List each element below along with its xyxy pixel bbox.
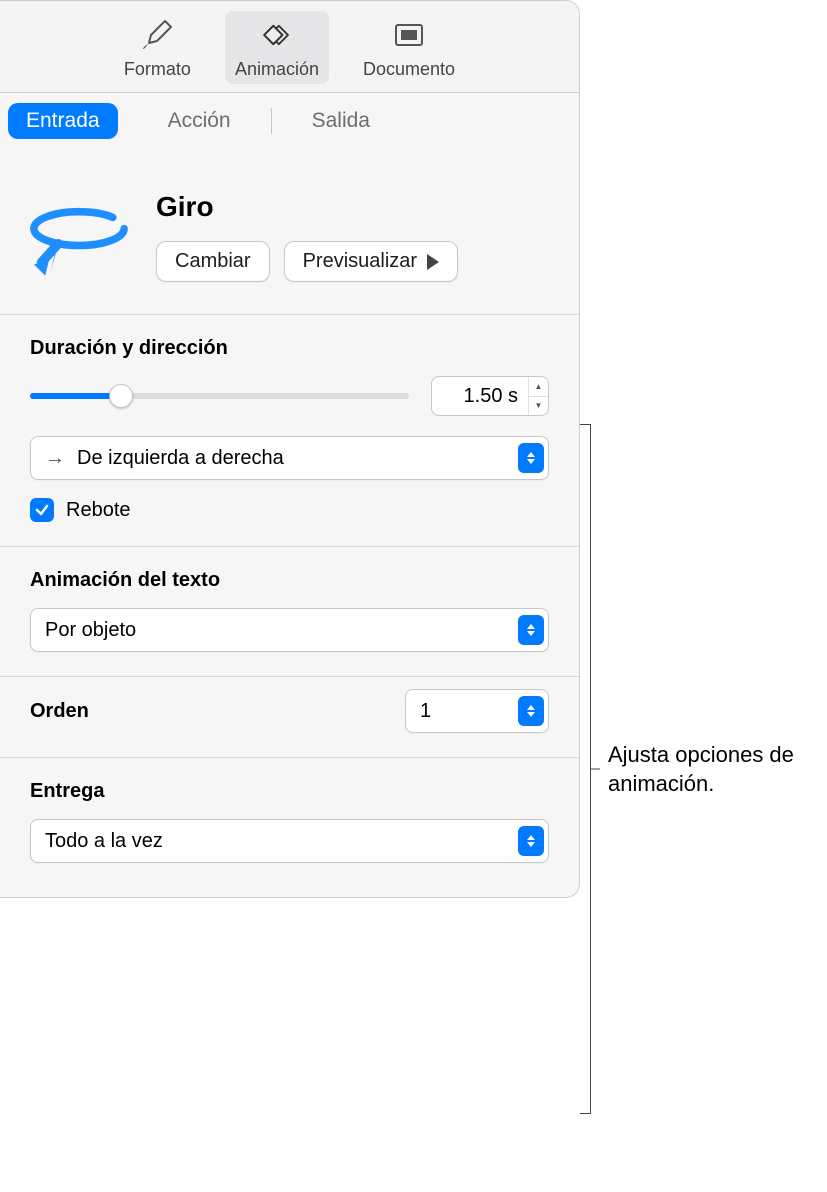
duration-field[interactable]: 1.50 s ▲ ▼ [431, 376, 549, 416]
play-icon [427, 254, 439, 270]
delivery-heading: Entrega [30, 780, 549, 803]
tab-format-label: Formato [124, 59, 191, 80]
delivery-section: Entrega Todo a la vez [0, 757, 579, 897]
stepper-down-icon[interactable]: ▼ [529, 397, 548, 416]
callout-text: Ajusta opciones de animación. [608, 741, 820, 798]
duration-slider[interactable] [30, 386, 409, 406]
duration-heading: Duración y dirección [30, 337, 549, 360]
order-heading: Orden [30, 700, 89, 723]
check-icon [34, 502, 50, 518]
text-anim-select[interactable]: Por objeto [30, 608, 549, 652]
stepper-up-icon[interactable]: ▲ [529, 377, 548, 397]
tab-format[interactable]: Formato [114, 11, 201, 84]
paintbrush-icon [135, 17, 179, 53]
order-select[interactable]: 1 [405, 689, 549, 733]
order-section: Orden 1 [0, 676, 579, 753]
subtab-build-out[interactable]: Salida [294, 103, 388, 139]
direction-select[interactable]: → De izquierda a derecha [30, 436, 549, 480]
callout: Ajusta opciones de animación. [580, 424, 820, 1114]
select-caret-icon [518, 443, 544, 473]
duration-value: 1.50 s [432, 385, 528, 408]
select-caret-icon [518, 826, 544, 856]
delivery-value: Todo a la vez [45, 830, 518, 853]
change-effect-label: Cambiar [175, 250, 251, 273]
build-subtabs: Entrada Acción Salida [0, 93, 579, 149]
effect-name: Giro [156, 191, 557, 223]
tab-animate-label: Animación [235, 59, 319, 80]
text-anim-value: Por objeto [45, 619, 518, 642]
delivery-select[interactable]: Todo a la vez [30, 819, 549, 863]
tab-animate[interactable]: Animación [225, 11, 329, 84]
arrow-right-icon: → [45, 447, 65, 470]
spin-effect-icon [22, 191, 136, 279]
duration-section: Duración y dirección 1.50 s ▲ ▼ → [0, 314, 579, 542]
bounce-checkbox[interactable] [30, 498, 54, 522]
tab-document[interactable]: Documento [353, 11, 465, 84]
text-anim-section: Animación del texto Por objeto [0, 546, 579, 672]
inspector-toolbar: Formato Animación [0, 1, 579, 93]
subtab-build-in[interactable]: Entrada [8, 103, 118, 139]
text-anim-heading: Animación del texto [30, 569, 549, 592]
effect-summary: Giro Cambiar Previsualizar [0, 149, 579, 306]
bracket-icon [580, 424, 600, 1114]
subtab-action[interactable]: Acción [150, 103, 249, 139]
select-caret-icon [518, 615, 544, 645]
separator [271, 108, 272, 134]
document-icon [387, 17, 431, 53]
direction-value: De izquierda a derecha [77, 447, 518, 470]
preview-label: Previsualizar [303, 250, 417, 273]
diamond-stack-icon [255, 17, 299, 53]
order-value: 1 [420, 700, 518, 723]
duration-stepper[interactable]: ▲ ▼ [528, 377, 548, 415]
bounce-label: Rebote [66, 499, 131, 522]
preview-button[interactable]: Previsualizar [284, 241, 458, 282]
tab-document-label: Documento [363, 59, 455, 80]
inspector-panel: Formato Animación [0, 0, 580, 898]
change-effect-button[interactable]: Cambiar [156, 241, 270, 282]
select-caret-icon [518, 696, 544, 726]
